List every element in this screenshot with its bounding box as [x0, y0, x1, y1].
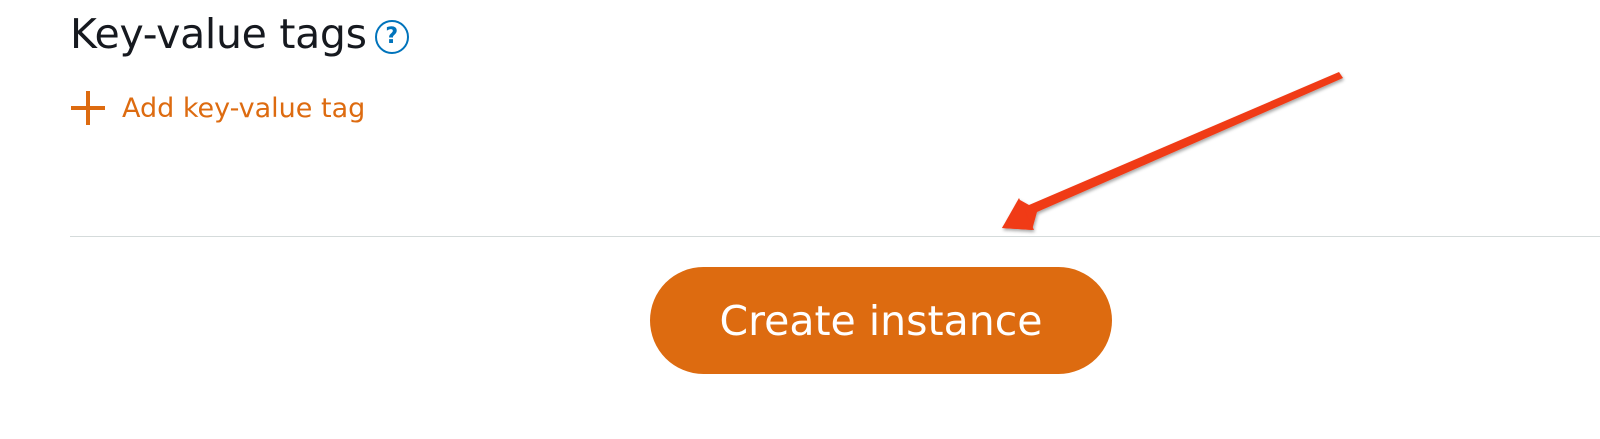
plus-icon	[70, 90, 106, 126]
create-instance-button[interactable]: Create instance	[650, 267, 1112, 374]
page: Key-value tags ? Add key-value tag Creat…	[0, 0, 1600, 439]
add-key-value-tag-link[interactable]: Add key-value tag	[70, 90, 365, 126]
tags-section-header: Key-value tags ?	[70, 14, 409, 55]
divider	[70, 236, 1600, 237]
add-key-value-tag-label: Add key-value tag	[122, 92, 366, 124]
help-circle-icon[interactable]: ?	[374, 19, 409, 54]
section-title: Key-value tags	[70, 10, 367, 58]
